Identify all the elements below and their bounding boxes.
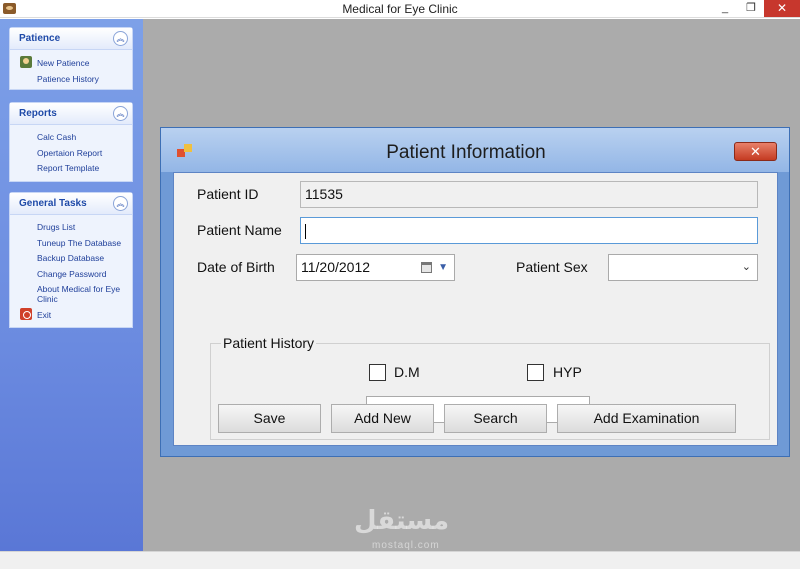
sidebar-item-about-continued[interactable]: Clinic (37, 294, 58, 304)
dialog-close-button[interactable]: ✕ (734, 142, 777, 161)
sidebar-group-reports: Reports ︽ Calc Cash Opertaion Report Rep… (9, 102, 133, 182)
sidebar-group-title: Patience (19, 33, 61, 44)
chevron-down-icon[interactable]: ⌄ (742, 255, 751, 280)
patient-sex-select[interactable]: ⌄ (608, 254, 758, 281)
patient-id-field: 11535 (300, 181, 758, 208)
sidebar-item-new-patience[interactable]: New Patience (37, 58, 89, 68)
dialog-title-bar: Patient Information ✕ (161, 128, 789, 172)
text-caret (305, 223, 306, 239)
patient-sex-label: Patient Sex (516, 259, 588, 275)
patient-name-input[interactable] (300, 217, 758, 244)
patient-id-label: Patient ID (197, 186, 259, 202)
sidebar-item-drugs-list[interactable]: Drugs List (37, 222, 75, 232)
sidebar-item-operation-report[interactable]: Opertaion Report (37, 148, 102, 158)
sidebar-group-patience: Patience ︽ New Patience Patience History (9, 27, 133, 90)
restore-button[interactable]: ❐ (738, 0, 764, 17)
date-of-birth-label: Date of Birth (197, 259, 275, 275)
exit-icon (20, 308, 32, 320)
dm-label: D.M (394, 364, 420, 380)
add-examination-button[interactable]: Add Examination (557, 404, 736, 433)
collapse-chevron-icon[interactable]: ︽ (113, 31, 128, 46)
collapse-chevron-icon[interactable]: ︽ (113, 196, 128, 211)
sidebar-group-header[interactable]: Reports ︽ (10, 103, 132, 125)
patient-id-value: 11535 (305, 186, 343, 202)
sidebar-group-header[interactable]: Patience ︽ (10, 28, 132, 50)
patient-information-dialog: Patient Information ✕ Patient ID 11535 P… (160, 127, 790, 457)
date-of-birth-value: 11/20/2012 (301, 259, 371, 275)
watermark-url: mostaql.com (372, 540, 440, 551)
new-patient-icon (20, 56, 32, 68)
date-of-birth-picker[interactable]: 11/20/2012 ▼ (296, 254, 455, 281)
sidebar-group-general-tasks: General Tasks ︽ Drugs List Tuneup The Da… (9, 192, 133, 328)
close-window-button[interactable]: ✕ (764, 0, 800, 17)
sidebar-item-about[interactable]: About Medical for Eye (37, 284, 120, 294)
dialog-body: Patient ID 11535 Patient Name Date of Bi… (173, 172, 778, 446)
window-title: Medical for Eye Clinic (342, 2, 458, 16)
sidebar-item-exit[interactable]: Exit (37, 310, 51, 320)
patient-history-legend: Patient History (221, 335, 317, 351)
sidebar-group-header[interactable]: General Tasks ︽ (10, 193, 132, 215)
sidebar-item-backup-database[interactable]: Backup Database (37, 253, 104, 263)
minimize-button[interactable]: _ (712, 0, 738, 17)
save-button[interactable]: Save (218, 404, 321, 433)
collapse-chevron-icon[interactable]: ︽ (113, 106, 128, 121)
sidebar-item-patience-history[interactable]: Patience History (37, 74, 99, 84)
calendar-icon[interactable] (421, 262, 432, 273)
dropdown-arrow-icon[interactable]: ▼ (438, 255, 448, 280)
dialog-title: Patient Information (386, 142, 546, 163)
hyp-checkbox[interactable] (527, 364, 544, 381)
sidebar-group-title: General Tasks (19, 198, 87, 209)
watermark-logo: مستقل (354, 505, 450, 535)
sidebar-item-tuneup-database[interactable]: Tuneup The Database (37, 238, 121, 248)
sidebar-item-report-template[interactable]: Report Template (37, 163, 99, 173)
dm-checkbox[interactable] (369, 364, 386, 381)
sidebar-item-calc-cash[interactable]: Calc Cash (37, 132, 76, 142)
search-button[interactable]: Search (444, 404, 547, 433)
sidebar-item-change-password[interactable]: Change Password (37, 269, 106, 279)
hyp-label: HYP (553, 364, 582, 380)
add-new-button[interactable]: Add New (331, 404, 434, 433)
patient-name-label: Patient Name (197, 222, 282, 238)
window-title-bar: Medical for Eye Clinic _ ❐ ✕ (0, 0, 800, 18)
status-bar (0, 551, 800, 569)
sidebar-group-title: Reports (19, 108, 57, 119)
sidebar: Patience ︽ New Patience Patience History… (0, 19, 143, 551)
